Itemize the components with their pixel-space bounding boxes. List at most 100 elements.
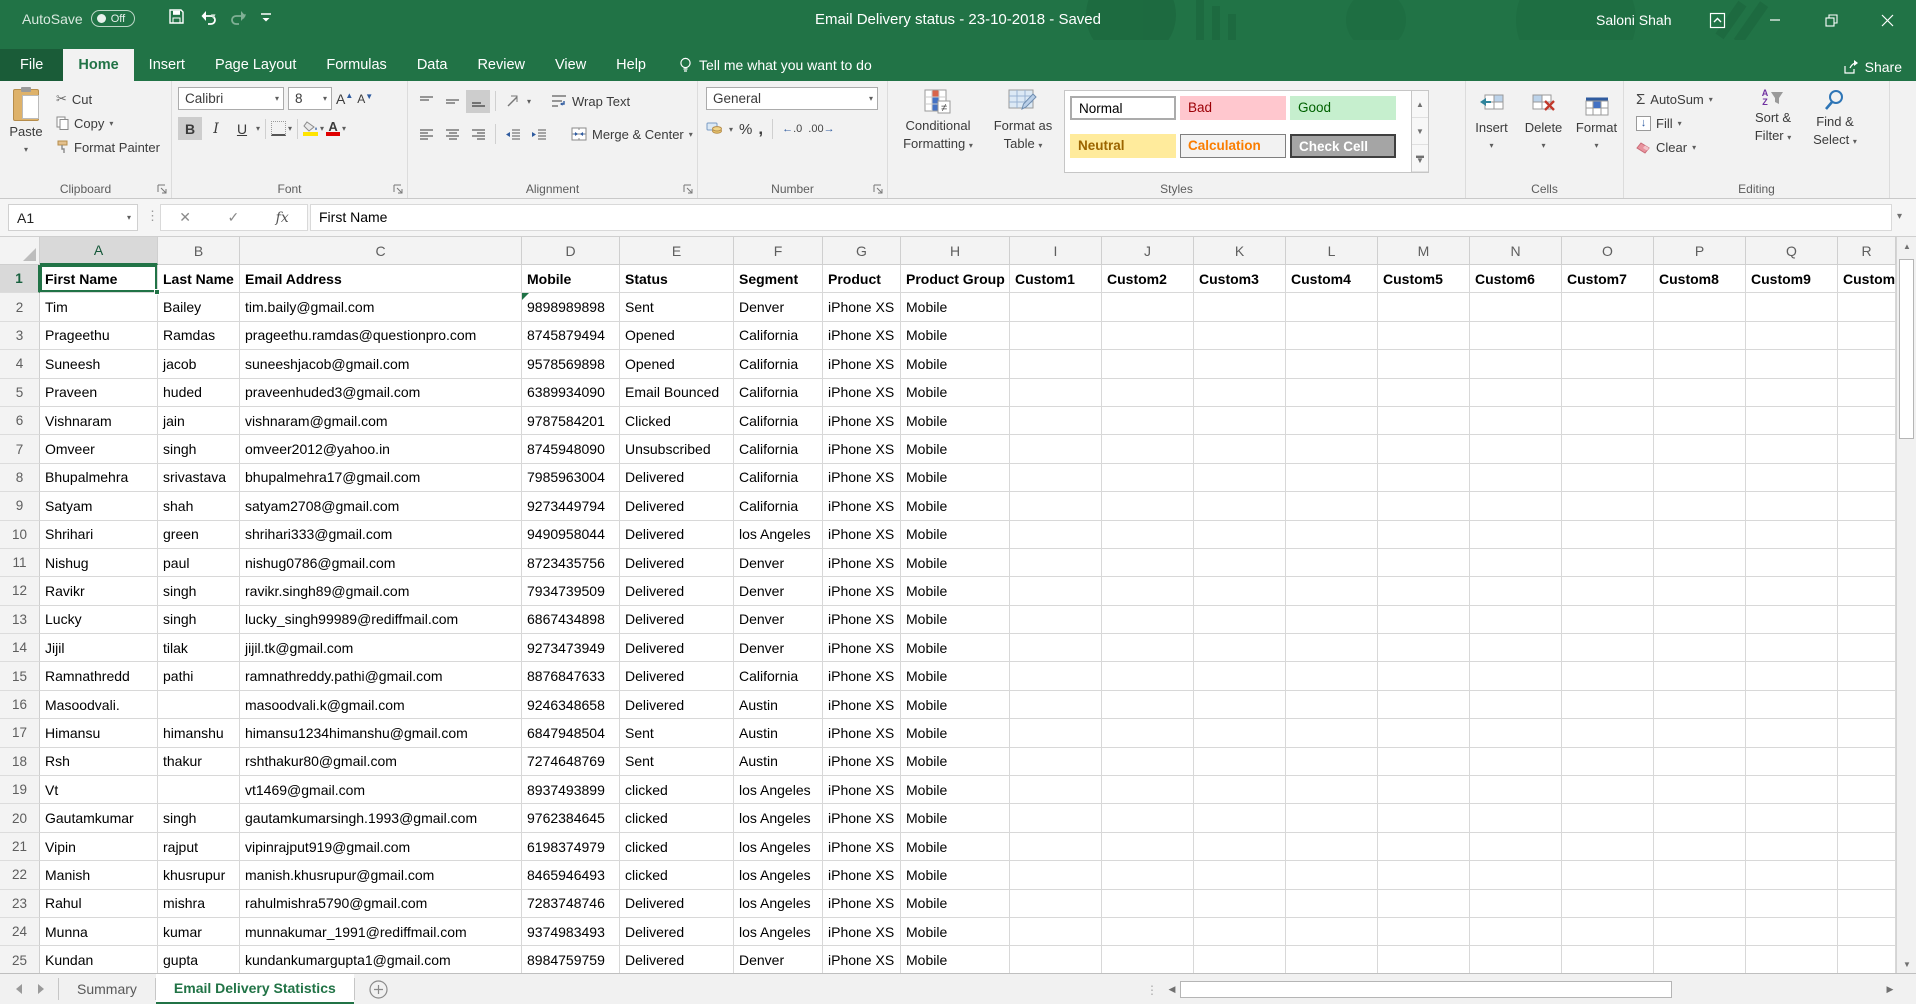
cell-J4[interactable] [1102,350,1194,378]
cell-P9[interactable] [1654,492,1746,520]
cell-A19[interactable]: Vt [40,776,158,804]
cell-L18[interactable] [1286,748,1378,776]
cell-E21[interactable]: clicked [620,833,734,861]
cell-C4[interactable]: suneeshjacob@gmail.com [240,350,522,378]
column-header-G[interactable]: G [823,237,901,265]
cell-A2[interactable]: Tim [40,293,158,321]
clear-button[interactable]: Clear▾ [1632,135,1742,159]
cell-D13[interactable]: 6867434898 [522,606,620,634]
cell-C6[interactable]: vishnaram@gmail.com [240,407,522,435]
cell-M5[interactable] [1378,379,1470,407]
cell-D1[interactable]: Mobile [522,265,620,293]
paste-button[interactable]: Paste▾ [0,81,52,173]
cell-K8[interactable] [1194,464,1286,492]
cell-B3[interactable]: Ramdas [158,322,240,350]
cell-R23[interactable] [1838,890,1896,918]
tab-view[interactable]: View [540,49,601,81]
cell-I16[interactable] [1010,691,1102,719]
cell-N13[interactable] [1470,606,1562,634]
cell-L22[interactable] [1286,861,1378,889]
cell-F12[interactable]: Denver [734,577,823,605]
column-header-O[interactable]: O [1562,237,1654,265]
cell-N12[interactable] [1470,577,1562,605]
cell-H9[interactable]: Mobile [901,492,1010,520]
cell-L6[interactable] [1286,407,1378,435]
cell-N4[interactable] [1470,350,1562,378]
column-header-P[interactable]: P [1654,237,1746,265]
cell-G9[interactable]: iPhone XS [823,492,901,520]
cell-C2[interactable]: tim.baily@gmail.com [240,293,522,321]
cell-A18[interactable]: Rsh [40,748,158,776]
cell-O9[interactable] [1562,492,1654,520]
column-header-E[interactable]: E [620,237,734,265]
cell-I20[interactable] [1010,804,1102,832]
scroll-left-icon[interactable]: ◀ [1164,984,1180,995]
cell-A14[interactable]: Jijil [40,634,158,662]
cell-G8[interactable]: iPhone XS [823,464,901,492]
cell-H21[interactable]: Mobile [901,833,1010,861]
cell-D8[interactable]: 7985963004 [522,464,620,492]
cell-O11[interactable] [1562,549,1654,577]
cell-A4[interactable]: Suneesh [40,350,158,378]
cell-E18[interactable]: Sent [620,748,734,776]
cell-C24[interactable]: munnakumar_1991@rediffmail.com [240,918,522,946]
cell-L17[interactable] [1286,719,1378,747]
cell-I10[interactable] [1010,521,1102,549]
cell-O18[interactable] [1562,748,1654,776]
cell-Q21[interactable] [1746,833,1838,861]
cell-G17[interactable]: iPhone XS [823,719,901,747]
cell-L15[interactable] [1286,662,1378,690]
cancel-icon[interactable]: ✕ [179,209,191,226]
cell-B25[interactable]: gupta [158,946,240,973]
cell-A22[interactable]: Manish [40,861,158,889]
cell-G5[interactable]: iPhone XS [823,379,901,407]
column-header-D[interactable]: D [522,237,620,265]
cell-D6[interactable]: 9787584201 [522,407,620,435]
column-header-A[interactable]: A [40,237,158,265]
cell-N17[interactable] [1470,719,1562,747]
cell-L13[interactable] [1286,606,1378,634]
cell-B5[interactable]: huded [158,379,240,407]
cell-R25[interactable] [1838,946,1896,973]
cell-G1[interactable]: Product [823,265,901,293]
cell-K13[interactable] [1194,606,1286,634]
cell-Q1[interactable]: Custom9 [1746,265,1838,293]
user-name[interactable]: Saloni Shah [1596,0,1672,40]
cell-H14[interactable]: Mobile [901,634,1010,662]
cell-F19[interactable]: los Angeles [734,776,823,804]
clipboard-dialog-launcher[interactable] [156,183,168,195]
cell-B16[interactable] [158,691,240,719]
cell-O25[interactable] [1562,946,1654,973]
cell-B14[interactable]: tilak [158,634,240,662]
cell-I17[interactable] [1010,719,1102,747]
cell-P25[interactable] [1654,946,1746,973]
cell-G3[interactable]: iPhone XS [823,322,901,350]
cell-O13[interactable] [1562,606,1654,634]
cell-Q17[interactable] [1746,719,1838,747]
cell-C9[interactable]: satyam2708@gmail.com [240,492,522,520]
tab-page-layout[interactable]: Page Layout [200,49,311,81]
cell-D12[interactable]: 7934739509 [522,577,620,605]
cell-L21[interactable] [1286,833,1378,861]
cell-D15[interactable]: 8876847633 [522,662,620,690]
cell-I24[interactable] [1010,918,1102,946]
cell-Q16[interactable] [1746,691,1838,719]
cell-E25[interactable]: Delivered [620,946,734,973]
cell-A17[interactable]: Himansu [40,719,158,747]
cell-K23[interactable] [1194,890,1286,918]
cell-J8[interactable] [1102,464,1194,492]
cell-B22[interactable]: khusrupur [158,861,240,889]
cell-J12[interactable] [1102,577,1194,605]
cell-C13[interactable]: lucky_singh99989@rediffmail.com [240,606,522,634]
cell-F25[interactable]: Denver [734,946,823,973]
cell-R10[interactable] [1838,521,1896,549]
cell-F17[interactable]: Austin [734,719,823,747]
cell-B17[interactable]: himanshu [158,719,240,747]
cell-L24[interactable] [1286,918,1378,946]
row-header-15[interactable]: 15 [0,662,40,690]
cell-K7[interactable] [1194,435,1286,463]
tab-data[interactable]: Data [402,49,463,81]
cell-E5[interactable]: Email Bounced [620,379,734,407]
cell-R19[interactable] [1838,776,1896,804]
cell-Q25[interactable] [1746,946,1838,973]
